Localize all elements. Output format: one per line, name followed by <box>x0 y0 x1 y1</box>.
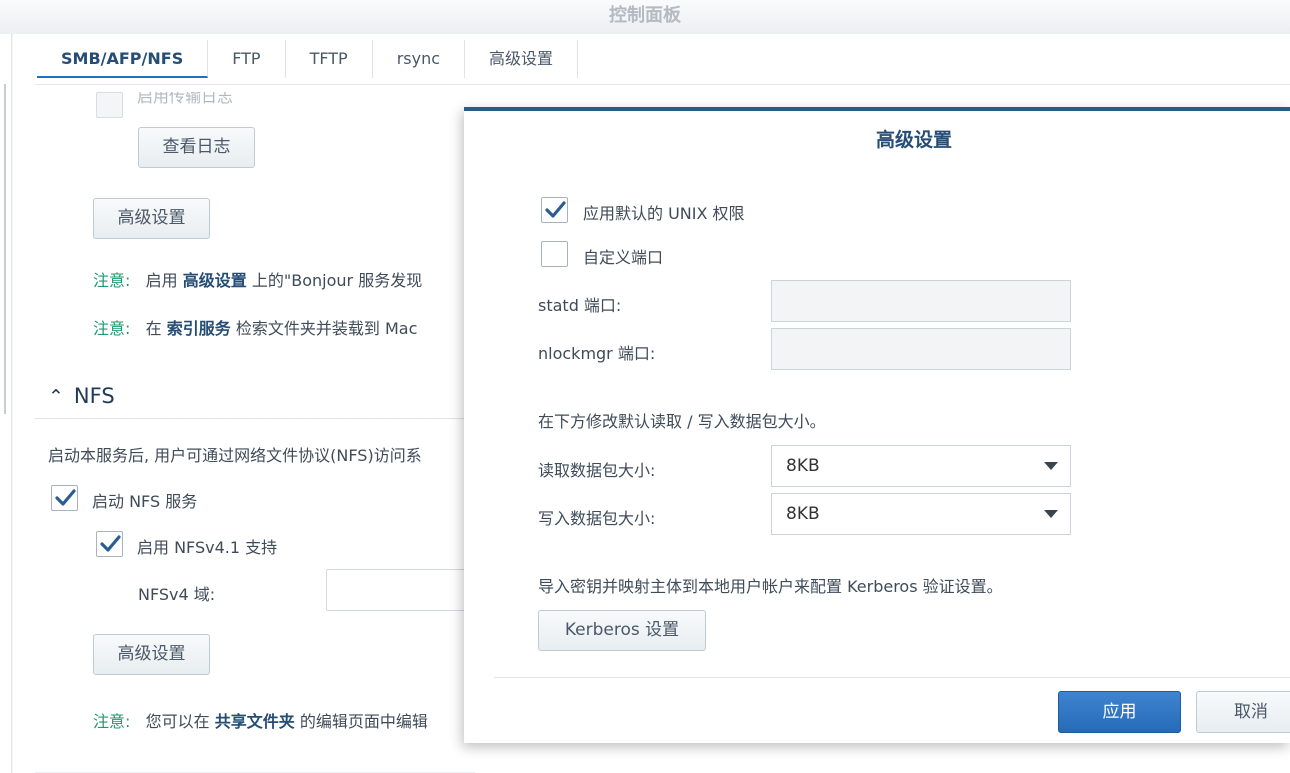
title-bar: 控制面板 <box>0 0 1290 34</box>
nlockmgr-port-input[interactable] <box>771 328 1071 370</box>
cancel-button[interactable]: 取消 <box>1196 691 1290 733</box>
note-text: 的编辑页面中编辑 <box>299 712 428 731</box>
transfer-log-checkbox[interactable] <box>96 92 123 118</box>
nfs-advanced-settings-button[interactable]: 高级设置 <box>93 634 210 675</box>
tab-smb-afp-nfs[interactable]: SMB/AFP/NFS <box>37 40 209 78</box>
tab-ftp[interactable]: FTP <box>208 40 286 78</box>
write-packet-size-select[interactable]: 8KB <box>771 493 1071 535</box>
nfs-description: 启动本服务后, 用户可通过网络文件协议(NFS)访问系 <box>48 446 422 465</box>
custom-port-checkbox[interactable] <box>541 241 568 267</box>
sidebar-scroll-mark <box>4 84 6 414</box>
afp-note-1: 注意: 启用 高级设置 上的"Bonjour 服务发现 <box>93 267 422 291</box>
advanced-settings-link[interactable]: 高级设置 <box>183 271 247 290</box>
note-text: 在 <box>145 319 162 338</box>
advanced-settings-dialog: 高级设置 应用默认的 UNIX 权限 自定义端口 statd 端口: nlock… <box>464 107 1290 743</box>
note-text: 启用 <box>145 271 178 290</box>
checkmark-icon <box>100 535 121 552</box>
section-divider <box>35 418 475 419</box>
window-title: 控制面板 <box>609 5 681 26</box>
shared-folder-link[interactable]: 共享文件夹 <box>215 712 295 731</box>
left-sidebar-edge <box>0 34 12 773</box>
note-text: 检索文件夹并装载到 Mac <box>235 319 418 338</box>
nfs-section-header[interactable]: ⌃ NFS <box>48 384 115 408</box>
tab-tftp[interactable]: TFTP <box>285 40 373 78</box>
statd-port-label: statd 端口: <box>538 296 622 315</box>
chevron-down-icon <box>1044 462 1058 470</box>
enable-nfs-label: 启动 NFS 服务 <box>92 492 198 511</box>
tab-rsync[interactable]: rsync <box>372 40 466 78</box>
transfer-log-label: 启用传输日志 <box>137 92 234 106</box>
note-text: 上的"Bonjour 服务发现 <box>251 271 423 290</box>
note-label: 注意: <box>93 271 131 290</box>
checkmark-icon <box>55 489 76 506</box>
apply-button[interactable]: 应用 <box>1058 691 1181 733</box>
read-packet-size-value: 8KB <box>786 456 820 476</box>
afp-note-2: 注意: 在 索引服务 检索文件夹并装载到 Mac <box>93 315 417 339</box>
afp-advanced-settings-button[interactable]: 高级设置 <box>93 198 210 239</box>
unix-permission-checkbox[interactable] <box>541 197 568 223</box>
read-packet-size-label: 读取数据包大小: <box>538 461 656 480</box>
dialog-footer-divider <box>494 677 1290 678</box>
nfsv4-domain-label: NFSv4 域: <box>138 585 216 604</box>
tab-bar: SMB/AFP/NFS FTP TFTP rsync 高级设置 <box>37 40 579 78</box>
note-label: 注意: <box>93 319 131 338</box>
nfs-section-title: NFS <box>73 384 115 408</box>
write-packet-size-value: 8KB <box>786 504 820 524</box>
custom-port-label: 自定义端口 <box>583 248 664 267</box>
chevron-up-icon: ⌃ <box>48 386 64 408</box>
unix-permission-label: 应用默认的 UNIX 权限 <box>583 204 745 223</box>
nlockmgr-port-label: nlockmgr 端口: <box>538 344 656 363</box>
note-label: 注意: <box>93 712 131 731</box>
indexing-service-link[interactable]: 索引服务 <box>167 319 231 338</box>
tab-advanced[interactable]: 高级设置 <box>465 40 579 78</box>
read-packet-size-select[interactable]: 8KB <box>771 445 1071 487</box>
view-log-button[interactable]: 查看日志 <box>138 127 255 168</box>
enable-nfsv41-checkbox[interactable] <box>96 531 123 557</box>
checkmark-icon <box>545 201 566 218</box>
kerberos-hint: 导入密钥并映射主体到本地用户帐户来配置 Kerberos 验证设置。 <box>538 577 1003 596</box>
statd-port-input[interactable] <box>771 280 1071 322</box>
enable-nfs-checkbox[interactable] <box>51 485 78 511</box>
dialog-title: 高级设置 <box>875 129 952 151</box>
packet-size-hint: 在下方修改默认读取 / 写入数据包大小。 <box>538 412 826 431</box>
kerberos-settings-button[interactable]: Kerberos 设置 <box>538 610 706 651</box>
tab-divider <box>35 84 1290 85</box>
enable-nfsv41-label: 启用 NFSv4.1 支持 <box>137 538 278 557</box>
nfs-note: 注意: 您可以在 共享文件夹 的编辑页面中编辑 <box>93 708 428 732</box>
write-packet-size-label: 写入数据包大小: <box>538 509 656 528</box>
note-text: 您可以在 <box>145 712 210 731</box>
chevron-down-icon <box>1044 510 1058 518</box>
nfsv4-domain-input[interactable] <box>326 569 486 611</box>
